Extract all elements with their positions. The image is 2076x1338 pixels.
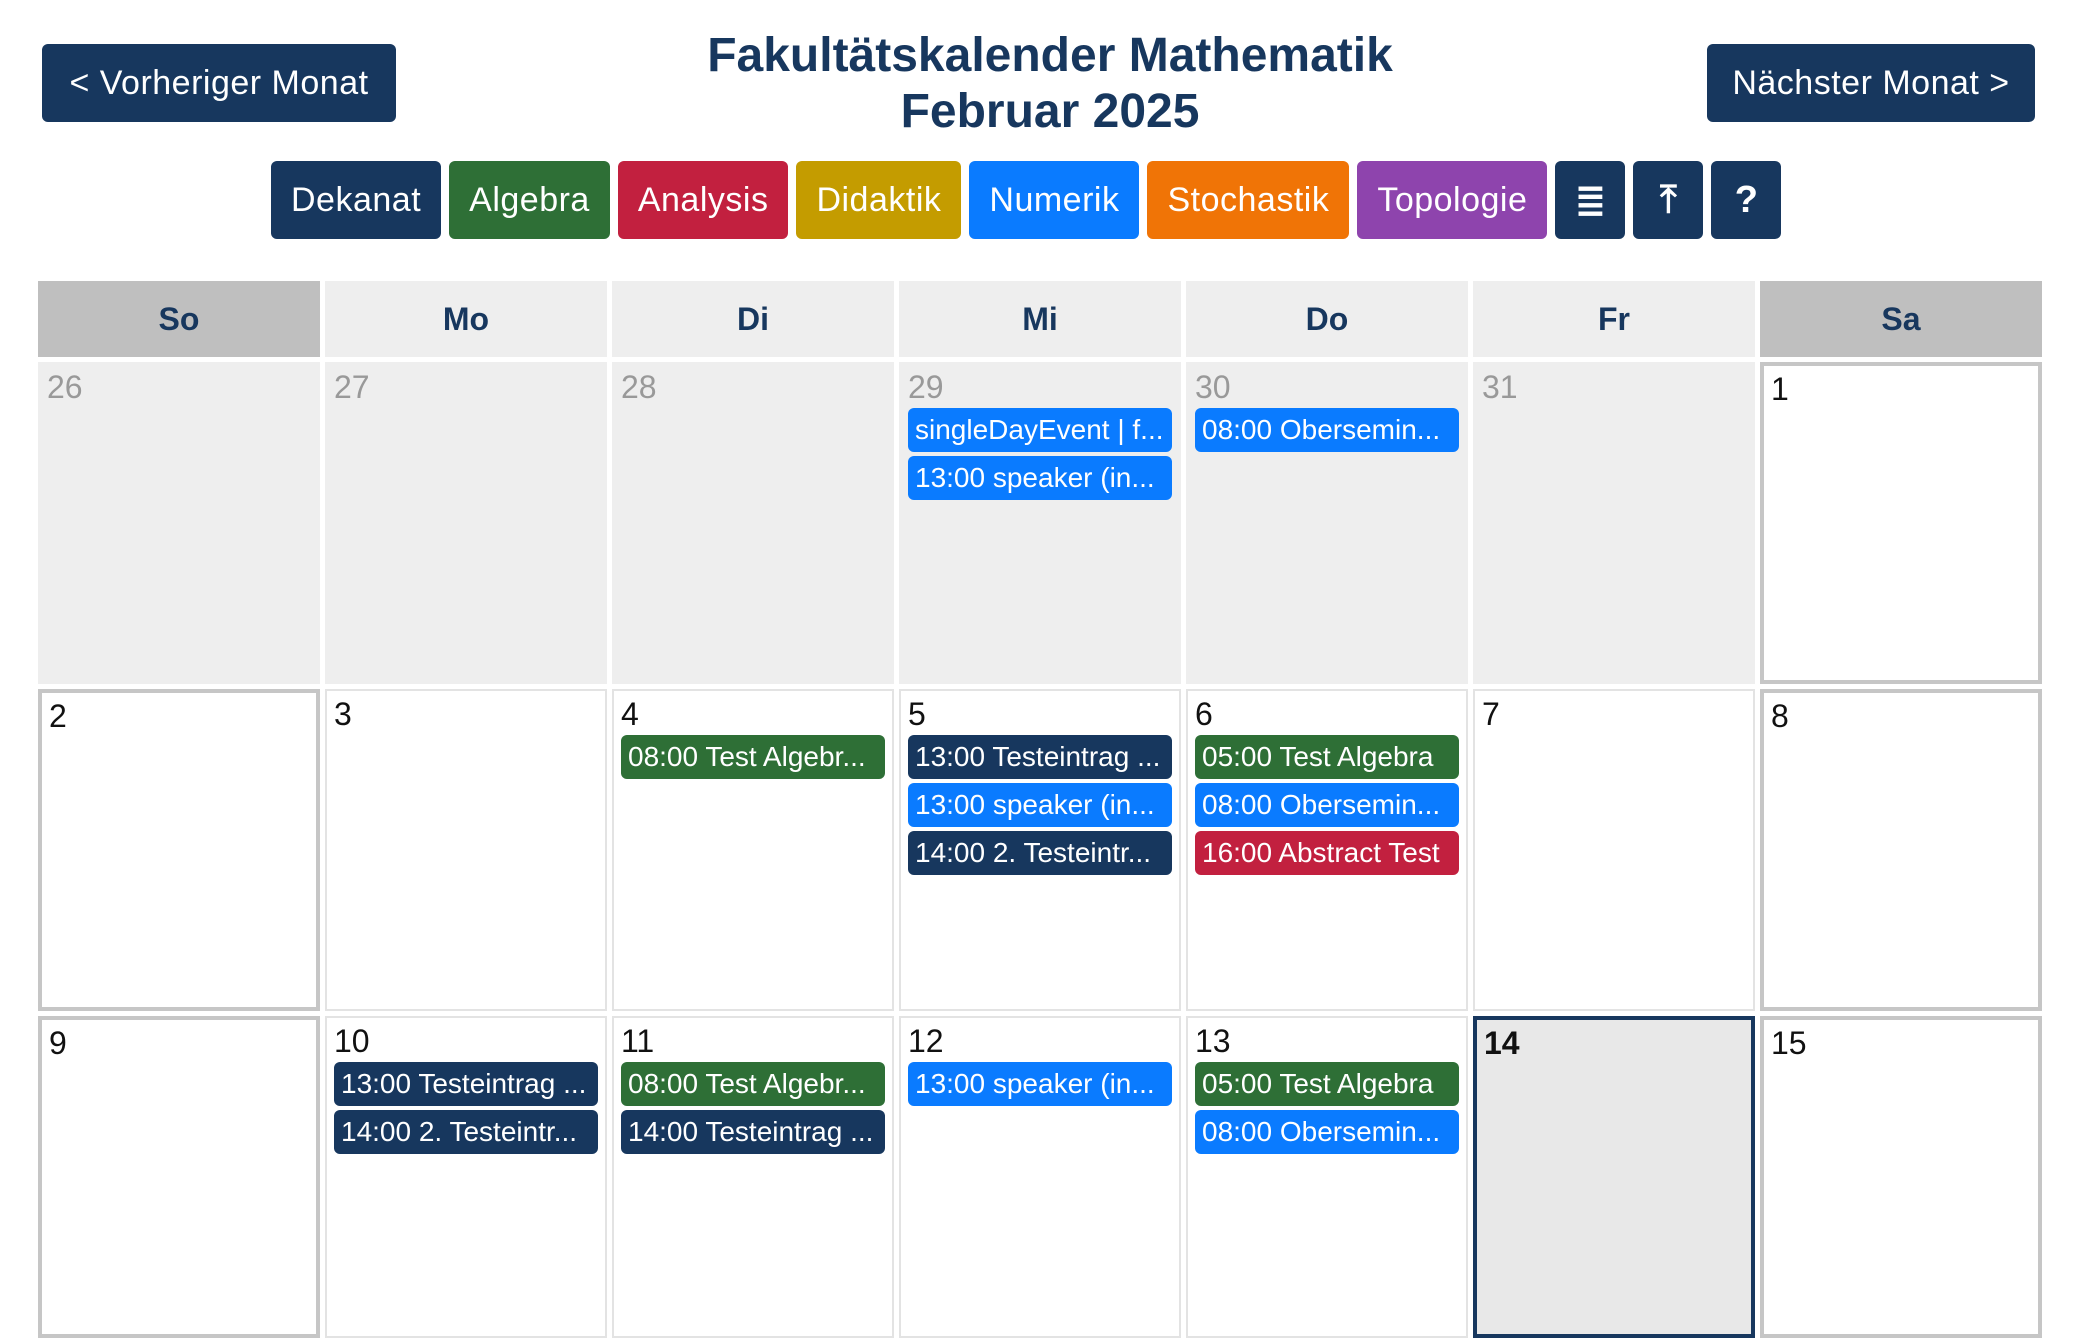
day-number: 12 [908, 1023, 944, 1059]
day-cell[interactable]: 13 05:00 Test Algebra 08:00 Obersemin... [1186, 1016, 1468, 1338]
day-number: 8 [1771, 698, 1789, 734]
filter-chip-analysis[interactable]: Analysis [617, 161, 789, 239]
calendar-event[interactable]: 13:00 speaker (in... [908, 1062, 1172, 1106]
calendar-event[interactable]: 13:00 Testeintrag ... [334, 1062, 598, 1106]
day-number: 28 [621, 369, 657, 405]
calendar-event[interactable]: 08:00 Test Algebr... [621, 735, 885, 779]
day-cell[interactable]: 12 13:00 speaker (in... [899, 1016, 1181, 1338]
calendar-event[interactable]: 13:00 speaker (in... [908, 783, 1172, 827]
day-cell[interactable]: 9 [38, 1016, 320, 1338]
weekday-header-di: Di [612, 281, 894, 357]
day-number: 1 [1771, 371, 1789, 407]
help-button[interactable]: ? [1711, 161, 1782, 239]
calendar-event[interactable]: 13:00 speaker (in... [908, 456, 1172, 500]
calendar-event[interactable]: 05:00 Test Algebra [1195, 735, 1459, 779]
day-cell[interactable]: 28 [612, 362, 894, 684]
day-cell[interactable]: 15 [1760, 1016, 2042, 1338]
day-number: 15 [1771, 1025, 1807, 1061]
day-cell-today[interactable]: 14 [1473, 1016, 1755, 1338]
weekday-header-row: So Mo Di Mi Do Fr Sa [38, 281, 2050, 357]
calendar-event[interactable]: 05:00 Test Algebra [1195, 1062, 1459, 1106]
day-number: 11 [621, 1023, 655, 1059]
calendar-event[interactable]: 13:00 Testeintrag ... [908, 735, 1172, 779]
day-number: 6 [1195, 696, 1213, 732]
day-cell[interactable]: 1 [1760, 362, 2042, 684]
day-number: 30 [1195, 369, 1231, 405]
day-cell[interactable]: 31 [1473, 362, 1755, 684]
month-grid: 26 27 28 29 singleDayEvent | f... 13:00 speak… [38, 362, 2050, 1338]
calendar-event[interactable]: singleDayEvent | f... [908, 408, 1172, 452]
filter-chip-didaktik[interactable]: Didaktik [796, 161, 962, 239]
next-month-button[interactable]: Nächster Monat > [1707, 44, 2035, 122]
day-cell[interactable]: 10 13:00 Testeintrag ... 14:00 2. Testeint… [325, 1016, 607, 1338]
day-number: 2 [49, 698, 67, 734]
day-number: 10 [334, 1023, 370, 1059]
day-cell[interactable]: 30 08:00 Obersemin... [1186, 362, 1468, 684]
weekday-header-fr: Fr [1473, 281, 1755, 357]
weekday-header-mo: Mo [325, 281, 607, 357]
day-cell[interactable]: 11 08:00 Test Algebr... 14:00 Testeintrag … [612, 1016, 894, 1338]
day-number: 27 [334, 369, 370, 405]
filter-chip-stochastik[interactable]: Stochastik [1147, 161, 1350, 239]
list-button[interactable]: ≣ [1555, 161, 1626, 239]
day-cell[interactable]: 6 05:00 Test Algebra 08:00 Obersemin... 16:… [1186, 689, 1468, 1011]
day-number: 26 [47, 369, 83, 405]
weekday-header-so: So [38, 281, 320, 357]
calendar-title: Fakultätskalender Mathematik Februar 202… [600, 28, 1500, 140]
filter-chip-topologie[interactable]: Topologie [1357, 161, 1548, 239]
day-cell[interactable]: 7 [1473, 689, 1755, 1011]
calendar-event[interactable]: 14:00 2. Testeintr... [908, 831, 1172, 875]
day-number: 5 [908, 696, 926, 732]
calendar-event[interactable]: 08:00 Obersemin... [1195, 408, 1459, 452]
upload-icon: ⤒ [1659, 178, 1677, 221]
day-cell[interactable]: 4 08:00 Test Algebr... [612, 689, 894, 1011]
day-number: 29 [908, 369, 944, 405]
day-cell[interactable]: 29 singleDayEvent | f... 13:00 speaker (in… [899, 362, 1181, 684]
category-filter-bar: Dekanat Algebra Analysis Didaktik Numerik Sto… [271, 161, 1782, 239]
page-title: Fakultätskalender Mathematik [707, 29, 1393, 82]
list-icon: ≣ [1574, 179, 1607, 222]
calendar-event[interactable]: 08:00 Obersemin... [1195, 1110, 1459, 1154]
upload-button[interactable]: ⤒ [1633, 161, 1704, 239]
filter-chip-dekanat[interactable]: Dekanat [271, 161, 442, 239]
previous-month-button[interactable]: < Vorheriger Monat [42, 44, 396, 122]
day-number: 7 [1482, 696, 1500, 732]
weekday-header-sa: Sa [1760, 281, 2042, 357]
day-cell[interactable]: 3 [325, 689, 607, 1011]
day-cell[interactable]: 26 [38, 362, 320, 684]
day-number: 13 [1195, 1023, 1231, 1059]
day-number: 3 [334, 696, 352, 732]
day-number: 14 [1484, 1025, 1520, 1061]
calendar-event[interactable]: 08:00 Test Algebr... [621, 1062, 885, 1106]
filter-chip-algebra[interactable]: Algebra [449, 161, 610, 239]
day-number: 31 [1482, 369, 1518, 405]
day-cell[interactable]: 27 [325, 362, 607, 684]
weekday-header-mi: Mi [899, 281, 1181, 357]
day-number: 4 [621, 696, 639, 732]
filter-chip-numerik[interactable]: Numerik [969, 161, 1140, 239]
calendar-event[interactable]: 14:00 2. Testeintr... [334, 1110, 598, 1154]
day-cell[interactable]: 8 [1760, 689, 2042, 1011]
help-icon: ? [1734, 178, 1758, 221]
calendar-event[interactable]: 14:00 Testeintrag ... [621, 1110, 885, 1154]
day-cell[interactable]: 2 [38, 689, 320, 1011]
calendar-event[interactable]: 16:00 Abstract Test [1195, 831, 1459, 875]
calendar-event[interactable]: 08:00 Obersemin... [1195, 783, 1459, 827]
day-number: 9 [49, 1025, 67, 1061]
day-cell[interactable]: 5 13:00 Testeintrag ... 13:00 speaker (in.… [899, 689, 1181, 1011]
weekday-header-do: Do [1186, 281, 1468, 357]
month-label: Februar 2025 [900, 85, 1200, 138]
